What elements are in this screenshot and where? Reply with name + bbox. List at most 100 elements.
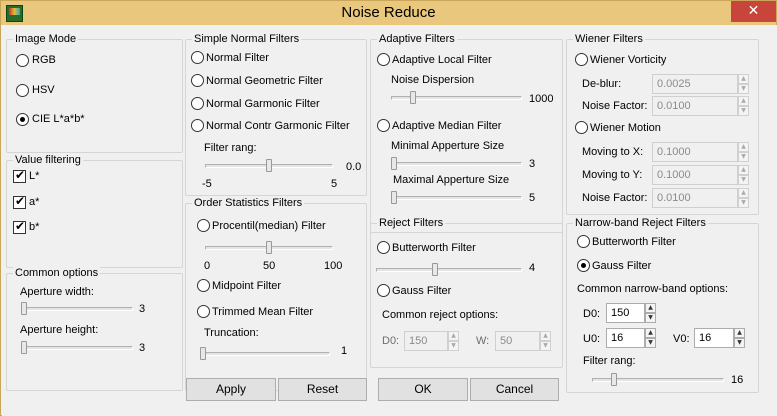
aperture-width-track[interactable]	[21, 307, 133, 311]
spin-up-icon[interactable]: ▲	[738, 188, 749, 198]
deblur-input[interactable]: 0.0025	[652, 74, 738, 94]
aperture-height-track[interactable]	[21, 346, 133, 350]
min-aperture-label: Minimal Apperture Size	[391, 140, 505, 152]
ok-button[interactable]: OK	[378, 378, 468, 401]
reject-d0-spinner[interactable]: ▲ ▼	[448, 331, 459, 351]
noise-factor-1-input[interactable]: 0.0100	[652, 96, 738, 116]
radio-trimmed-mean[interactable]	[197, 305, 210, 318]
radio-reject-gauss-label: Gauss Filter	[392, 285, 452, 297]
truncation-track[interactable]	[200, 352, 330, 356]
radio-wiener-motion[interactable]	[575, 121, 588, 134]
moving-y-spinner[interactable]: ▲ ▼	[738, 165, 749, 185]
radio-normal-filter[interactable]	[191, 51, 204, 64]
noise-factor-1-spinner[interactable]: ▲ ▼	[738, 96, 749, 116]
reject-w-input[interactable]: 50	[495, 331, 540, 351]
spin-up-icon[interactable]: ▲	[738, 165, 749, 175]
spin-down-icon[interactable]: ▼	[540, 341, 551, 351]
spin-up-icon[interactable]: ▲	[738, 96, 749, 106]
reject-w-spinner[interactable]: ▲ ▼	[540, 331, 551, 351]
spin-down-icon[interactable]: ▼	[645, 338, 656, 348]
narrow-filter-rang-thumb[interactable]	[610, 373, 617, 386]
spin-down-icon[interactable]: ▼	[738, 106, 749, 116]
reject-butterworth-track[interactable]	[376, 268, 522, 272]
radio-narrow-gauss[interactable]	[577, 259, 590, 272]
deblur-spinner[interactable]: ▲ ▼	[738, 74, 749, 94]
min-aperture-track[interactable]	[391, 162, 522, 166]
min-aperture-thumb[interactable]	[391, 157, 397, 170]
narrow-d0-input[interactable]: 150	[606, 303, 645, 323]
common-narrow-band-options-label: Common narrow-band options:	[577, 283, 729, 295]
radio-normal-contr-garmonic[interactable]	[191, 119, 204, 132]
spin-down-icon[interactable]: ▼	[738, 152, 749, 162]
title-bar[interactable]: Noise Reduce ✕	[1, 1, 776, 25]
radio-normal-geometric[interactable]	[191, 74, 204, 87]
procentil-min: 0	[204, 260, 211, 272]
radio-adaptive-local[interactable]	[377, 53, 390, 66]
radio-narrow-butterworth[interactable]	[577, 235, 590, 248]
radio-normal-contr-garmonic-label: Normal Contr Garmonic Filter	[206, 120, 350, 132]
spin-down-icon[interactable]: ▼	[738, 175, 749, 185]
spin-up-icon[interactable]: ▲	[645, 303, 656, 313]
spin-up-icon[interactable]: ▲	[738, 74, 749, 84]
narrow-v0-spinner[interactable]: ▲ ▼	[734, 328, 745, 348]
radio-midpoint-label: Midpoint Filter	[212, 280, 282, 292]
reject-w-label: W:	[476, 335, 490, 347]
aperture-height-thumb[interactable]	[21, 341, 27, 354]
radio-midpoint[interactable]	[197, 279, 210, 292]
spin-down-icon[interactable]: ▼	[645, 313, 656, 323]
radio-rgb[interactable]	[16, 54, 29, 67]
apply-button[interactable]: Apply	[186, 378, 276, 401]
narrow-v0-input[interactable]: 16	[694, 328, 734, 348]
spin-down-icon[interactable]: ▼	[738, 198, 749, 208]
max-aperture-thumb[interactable]	[391, 191, 397, 204]
close-button[interactable]: ✕	[731, 1, 776, 22]
spin-down-icon[interactable]: ▼	[738, 84, 749, 94]
moving-y-input[interactable]: 0.1000	[652, 165, 738, 185]
radio-normal-garmonic-label: Normal Garmonic Filter	[206, 98, 320, 110]
reject-d0-input[interactable]: 150	[404, 331, 448, 351]
spin-down-icon[interactable]: ▼	[734, 338, 745, 348]
checkbox-l[interactable]	[13, 168, 26, 183]
radio-procentil-median[interactable]	[197, 219, 210, 232]
group-title: Simple Normal Filters	[192, 33, 302, 46]
radio-normal-garmonic[interactable]	[191, 97, 204, 110]
spin-down-icon[interactable]: ▼	[448, 341, 459, 351]
spin-up-icon[interactable]: ▲	[448, 331, 459, 341]
narrow-u0-input[interactable]: 16	[606, 328, 645, 348]
narrow-d0-spinner[interactable]: ▲ ▼	[645, 303, 656, 323]
procentil-thumb[interactable]	[266, 241, 272, 254]
radio-wiener-vorticity[interactable]	[575, 53, 588, 66]
max-aperture-track[interactable]	[391, 196, 522, 200]
radio-hsv[interactable]	[16, 84, 29, 97]
spin-up-icon[interactable]: ▲	[738, 142, 749, 152]
checkbox-a[interactable]	[13, 194, 26, 209]
reset-button[interactable]: Reset	[278, 378, 367, 401]
radio-trimmed-mean-label: Trimmed Mean Filter	[212, 306, 314, 318]
aperture-height-value: 3	[139, 342, 146, 354]
radio-rgb-label: RGB	[32, 54, 56, 66]
procentil-mid: 50	[263, 260, 276, 272]
reject-butterworth-thumb[interactable]	[432, 263, 438, 276]
moving-x-input[interactable]: 0.1000	[652, 142, 738, 162]
spin-up-icon[interactable]: ▲	[540, 331, 551, 341]
noise-factor-2-spinner[interactable]: ▲ ▼	[738, 188, 749, 208]
narrow-filter-rang-value: 16	[731, 374, 744, 386]
radio-adaptive-median[interactable]	[377, 119, 390, 132]
truncation-thumb[interactable]	[200, 347, 206, 360]
aperture-width-thumb[interactable]	[21, 302, 27, 315]
filter-rang-thumb[interactable]	[266, 159, 272, 172]
cancel-button[interactable]: Cancel	[470, 378, 559, 401]
spin-up-icon[interactable]: ▲	[734, 328, 745, 338]
moving-x-spinner[interactable]: ▲ ▼	[738, 142, 749, 162]
radio-narrow-butterworth-label: Butterworth Filter	[592, 236, 676, 248]
narrow-u0-spinner[interactable]: ▲ ▼	[645, 328, 656, 348]
noise-factor-2-input[interactable]: 0.0100	[652, 188, 738, 208]
radio-procentil-median-label: Procentil(median) Filter	[212, 220, 326, 232]
radio-reject-gauss[interactable]	[377, 284, 390, 297]
radio-cie-lab[interactable]	[16, 113, 29, 126]
spin-up-icon[interactable]: ▲	[645, 328, 656, 338]
radio-reject-butterworth[interactable]	[377, 241, 390, 254]
checkbox-b[interactable]	[13, 219, 26, 234]
reject-d0-label: D0:	[382, 335, 400, 347]
noise-dispersion-thumb[interactable]	[409, 91, 416, 104]
